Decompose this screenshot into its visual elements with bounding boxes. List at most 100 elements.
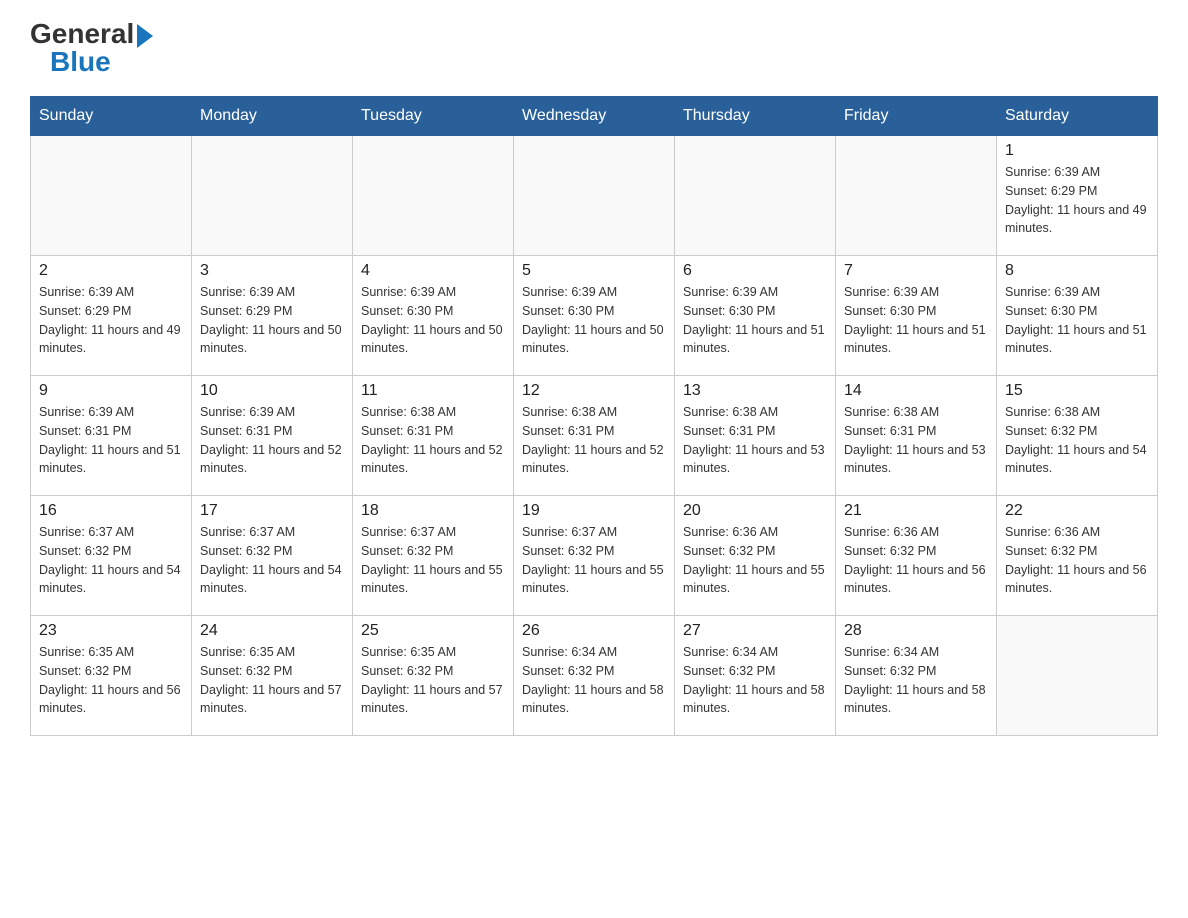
day-info: Sunrise: 6:38 AMSunset: 6:31 PMDaylight:… (361, 403, 505, 478)
calendar-day-cell: 14 Sunrise: 6:38 AMSunset: 6:31 PMDayligh… (836, 376, 997, 496)
calendar-day-cell (997, 616, 1158, 736)
logo-general-text: General (30, 20, 153, 48)
calendar-day-cell: 13 Sunrise: 6:38 AMSunset: 6:31 PMDayligh… (675, 376, 836, 496)
day-number: 1 (1005, 142, 1149, 160)
day-number: 25 (361, 622, 505, 640)
day-number: 9 (39, 382, 183, 400)
day-number: 22 (1005, 502, 1149, 520)
day-number: 3 (200, 262, 344, 280)
day-info: Sunrise: 6:37 AMSunset: 6:32 PMDaylight:… (200, 523, 344, 598)
day-number: 27 (683, 622, 827, 640)
day-number: 19 (522, 502, 666, 520)
calendar-day-cell: 4 Sunrise: 6:39 AMSunset: 6:30 PMDaylight… (353, 256, 514, 376)
day-number: 26 (522, 622, 666, 640)
calendar-day-cell: 23 Sunrise: 6:35 AMSunset: 6:32 PMDayligh… (31, 616, 192, 736)
calendar-day-cell: 25 Sunrise: 6:35 AMSunset: 6:32 PMDayligh… (353, 616, 514, 736)
day-info: Sunrise: 6:36 AMSunset: 6:32 PMDaylight:… (1005, 523, 1149, 598)
day-info: Sunrise: 6:34 AMSunset: 6:32 PMDaylight:… (844, 643, 988, 718)
logo-arrow-icon (137, 24, 153, 48)
calendar-day-cell: 6Sunrise: 6:39 AMSunset: 6:30 PMDaylight… (675, 256, 836, 376)
calendar-day-cell: 18Sunrise: 6:37 AMSunset: 6:32 PMDayligh… (353, 496, 514, 616)
calendar-day-cell: 3 Sunrise: 6:39 AMSunset: 6:29 PMDaylight… (192, 256, 353, 376)
calendar-day-cell (675, 136, 836, 256)
calendar-week-row: 23 Sunrise: 6:35 AMSunset: 6:32 PMDayligh… (31, 616, 1158, 736)
day-number: 4 (361, 262, 505, 280)
day-number: 13 (683, 382, 827, 400)
calendar-day-cell: 2 Sunrise: 6:39 AMSunset: 6:29 PMDaylight… (31, 256, 192, 376)
day-info: Sunrise: 6:34 AMSunset: 6:32 PMDaylight:… (522, 643, 666, 718)
calendar-day-cell: 12 Sunrise: 6:38 AMSunset: 6:31 PMDayligh… (514, 376, 675, 496)
calendar-day-cell: 15Sunrise: 6:38 AMSunset: 6:32 PMDayligh… (997, 376, 1158, 496)
day-number: 24 (200, 622, 344, 640)
page-header: General Blue (30, 20, 1158, 76)
day-info: Sunrise: 6:34 AMSunset: 6:32 PMDaylight:… (683, 643, 827, 718)
calendar-table: SundayMondayTuesdayWednesdayThursdayFrid… (30, 96, 1158, 736)
day-of-week-header: Monday (192, 97, 353, 136)
calendar-week-row: 1 Sunrise: 6:39 AMSunset: 6:29 PMDaylight… (31, 136, 1158, 256)
logo-blue-text: Blue (50, 48, 111, 76)
calendar-day-cell: 20 Sunrise: 6:36 AMSunset: 6:32 PMDayligh… (675, 496, 836, 616)
calendar-day-cell: 9 Sunrise: 6:39 AMSunset: 6:31 PMDaylight… (31, 376, 192, 496)
calendar-day-cell (31, 136, 192, 256)
day-of-week-header: Wednesday (514, 97, 675, 136)
day-info: Sunrise: 6:39 AMSunset: 6:31 PMDaylight:… (200, 403, 344, 478)
day-info: Sunrise: 6:35 AMSunset: 6:32 PMDaylight:… (39, 643, 183, 718)
day-info: Sunrise: 6:38 AMSunset: 6:31 PMDaylight:… (522, 403, 666, 478)
day-info: Sunrise: 6:39 AMSunset: 6:30 PMDaylight:… (683, 283, 827, 358)
day-number: 2 (39, 262, 183, 280)
day-number: 10 (200, 382, 344, 400)
day-number: 15 (1005, 382, 1149, 400)
day-of-week-header: Friday (836, 97, 997, 136)
day-info: Sunrise: 6:39 AMSunset: 6:30 PMDaylight:… (522, 283, 666, 358)
calendar-day-cell: 27 Sunrise: 6:34 AMSunset: 6:32 PMDayligh… (675, 616, 836, 736)
calendar-day-cell: 7 Sunrise: 6:39 AMSunset: 6:30 PMDaylight… (836, 256, 997, 376)
day-number: 11 (361, 382, 505, 400)
day-number: 21 (844, 502, 988, 520)
day-info: Sunrise: 6:39 AMSunset: 6:30 PMDaylight:… (1005, 283, 1149, 358)
calendar-day-cell: 21 Sunrise: 6:36 AMSunset: 6:32 PMDayligh… (836, 496, 997, 616)
day-info: Sunrise: 6:39 AMSunset: 6:30 PMDaylight:… (844, 283, 988, 358)
logo: General Blue (30, 20, 153, 76)
day-info: Sunrise: 6:39 AMSunset: 6:30 PMDaylight:… (361, 283, 505, 358)
day-of-week-header: Sunday (31, 97, 192, 136)
calendar-day-cell: 16Sunrise: 6:37 AMSunset: 6:32 PMDayligh… (31, 496, 192, 616)
day-info: Sunrise: 6:39 AMSunset: 6:29 PMDaylight:… (39, 283, 183, 358)
day-info: Sunrise: 6:38 AMSunset: 6:31 PMDaylight:… (844, 403, 988, 478)
day-number: 17 (200, 502, 344, 520)
day-info: Sunrise: 6:35 AMSunset: 6:32 PMDaylight:… (200, 643, 344, 718)
day-info: Sunrise: 6:35 AMSunset: 6:32 PMDaylight:… (361, 643, 505, 718)
calendar-day-cell (836, 136, 997, 256)
day-info: Sunrise: 6:39 AMSunset: 6:29 PMDaylight:… (200, 283, 344, 358)
day-number: 12 (522, 382, 666, 400)
day-number: 7 (844, 262, 988, 280)
day-of-week-header: Saturday (997, 97, 1158, 136)
day-number: 8 (1005, 262, 1149, 280)
day-number: 28 (844, 622, 988, 640)
day-number: 14 (844, 382, 988, 400)
day-info: Sunrise: 6:39 AMSunset: 6:31 PMDaylight:… (39, 403, 183, 478)
calendar-week-row: 9 Sunrise: 6:39 AMSunset: 6:31 PMDaylight… (31, 376, 1158, 496)
calendar-day-cell: 22 Sunrise: 6:36 AMSunset: 6:32 PMDayligh… (997, 496, 1158, 616)
calendar-day-cell: 8 Sunrise: 6:39 AMSunset: 6:30 PMDaylight… (997, 256, 1158, 376)
calendar-day-cell: 17 Sunrise: 6:37 AMSunset: 6:32 PMDayligh… (192, 496, 353, 616)
day-number: 5 (522, 262, 666, 280)
calendar-day-cell: 5 Sunrise: 6:39 AMSunset: 6:30 PMDaylight… (514, 256, 675, 376)
day-number: 23 (39, 622, 183, 640)
day-info: Sunrise: 6:37 AMSunset: 6:32 PMDaylight:… (522, 523, 666, 598)
day-info: Sunrise: 6:39 AMSunset: 6:29 PMDaylight:… (1005, 163, 1149, 238)
day-info: Sunrise: 6:38 AMSunset: 6:31 PMDaylight:… (683, 403, 827, 478)
day-info: Sunrise: 6:37 AMSunset: 6:32 PMDaylight:… (361, 523, 505, 598)
calendar-day-cell: 10 Sunrise: 6:39 AMSunset: 6:31 PMDayligh… (192, 376, 353, 496)
calendar-week-row: 16Sunrise: 6:37 AMSunset: 6:32 PMDayligh… (31, 496, 1158, 616)
calendar-day-cell: 1 Sunrise: 6:39 AMSunset: 6:29 PMDaylight… (997, 136, 1158, 256)
day-number: 20 (683, 502, 827, 520)
calendar-header-row: SundayMondayTuesdayWednesdayThursdayFrid… (31, 97, 1158, 136)
calendar-day-cell (192, 136, 353, 256)
calendar-day-cell: 19 Sunrise: 6:37 AMSunset: 6:32 PMDayligh… (514, 496, 675, 616)
day-info: Sunrise: 6:37 AMSunset: 6:32 PMDaylight:… (39, 523, 183, 598)
day-info: Sunrise: 6:36 AMSunset: 6:32 PMDaylight:… (844, 523, 988, 598)
day-info: Sunrise: 6:36 AMSunset: 6:32 PMDaylight:… (683, 523, 827, 598)
day-of-week-header: Thursday (675, 97, 836, 136)
calendar-day-cell: 24 Sunrise: 6:35 AMSunset: 6:32 PMDayligh… (192, 616, 353, 736)
day-of-week-header: Tuesday (353, 97, 514, 136)
